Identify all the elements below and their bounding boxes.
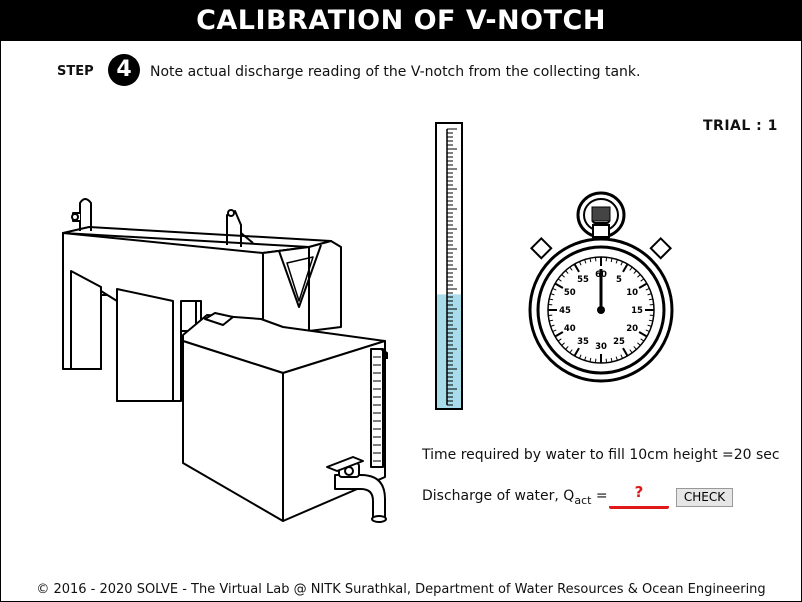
time-reading-text: Time required by water to fill 10cm heig… xyxy=(422,447,780,463)
dial-number: 35 xyxy=(577,337,589,347)
footer-copyright: © 2016 - 2020 SOLVE - The Virtual Lab @ … xyxy=(36,582,766,597)
discharge-row: Discharge of water, Qact = xyxy=(422,488,608,507)
measuring-scale xyxy=(435,122,463,410)
dial-number: 25 xyxy=(613,337,625,347)
dial-number: 10 xyxy=(626,288,638,298)
discharge-equals: = xyxy=(591,488,608,504)
dial-number: 15 xyxy=(631,306,643,316)
discharge-answer-input[interactable]: ? xyxy=(609,481,669,509)
apparatus-illustration: 60510152025303540455055 xyxy=(62,122,674,523)
app-frame: CALIBRATION OF V-NOTCH STEP 4 Note actua… xyxy=(0,0,802,602)
check-button[interactable]: CHECK xyxy=(676,488,733,507)
dial-number: 20 xyxy=(626,324,638,334)
stopwatch: 60510152025303540455055 xyxy=(528,191,674,383)
discharge-label: Discharge of water, Q xyxy=(422,488,575,504)
dial-number: 55 xyxy=(577,275,589,285)
dial-number: 5 xyxy=(616,275,622,285)
dial-number: 45 xyxy=(559,306,571,316)
dial-number: 40 xyxy=(564,324,576,334)
dial-number: 50 xyxy=(564,288,576,298)
dial-number: 30 xyxy=(595,342,607,352)
vnotch-apparatus xyxy=(62,198,388,523)
discharge-subscript: act xyxy=(574,493,592,507)
water-level-fill xyxy=(437,294,461,408)
